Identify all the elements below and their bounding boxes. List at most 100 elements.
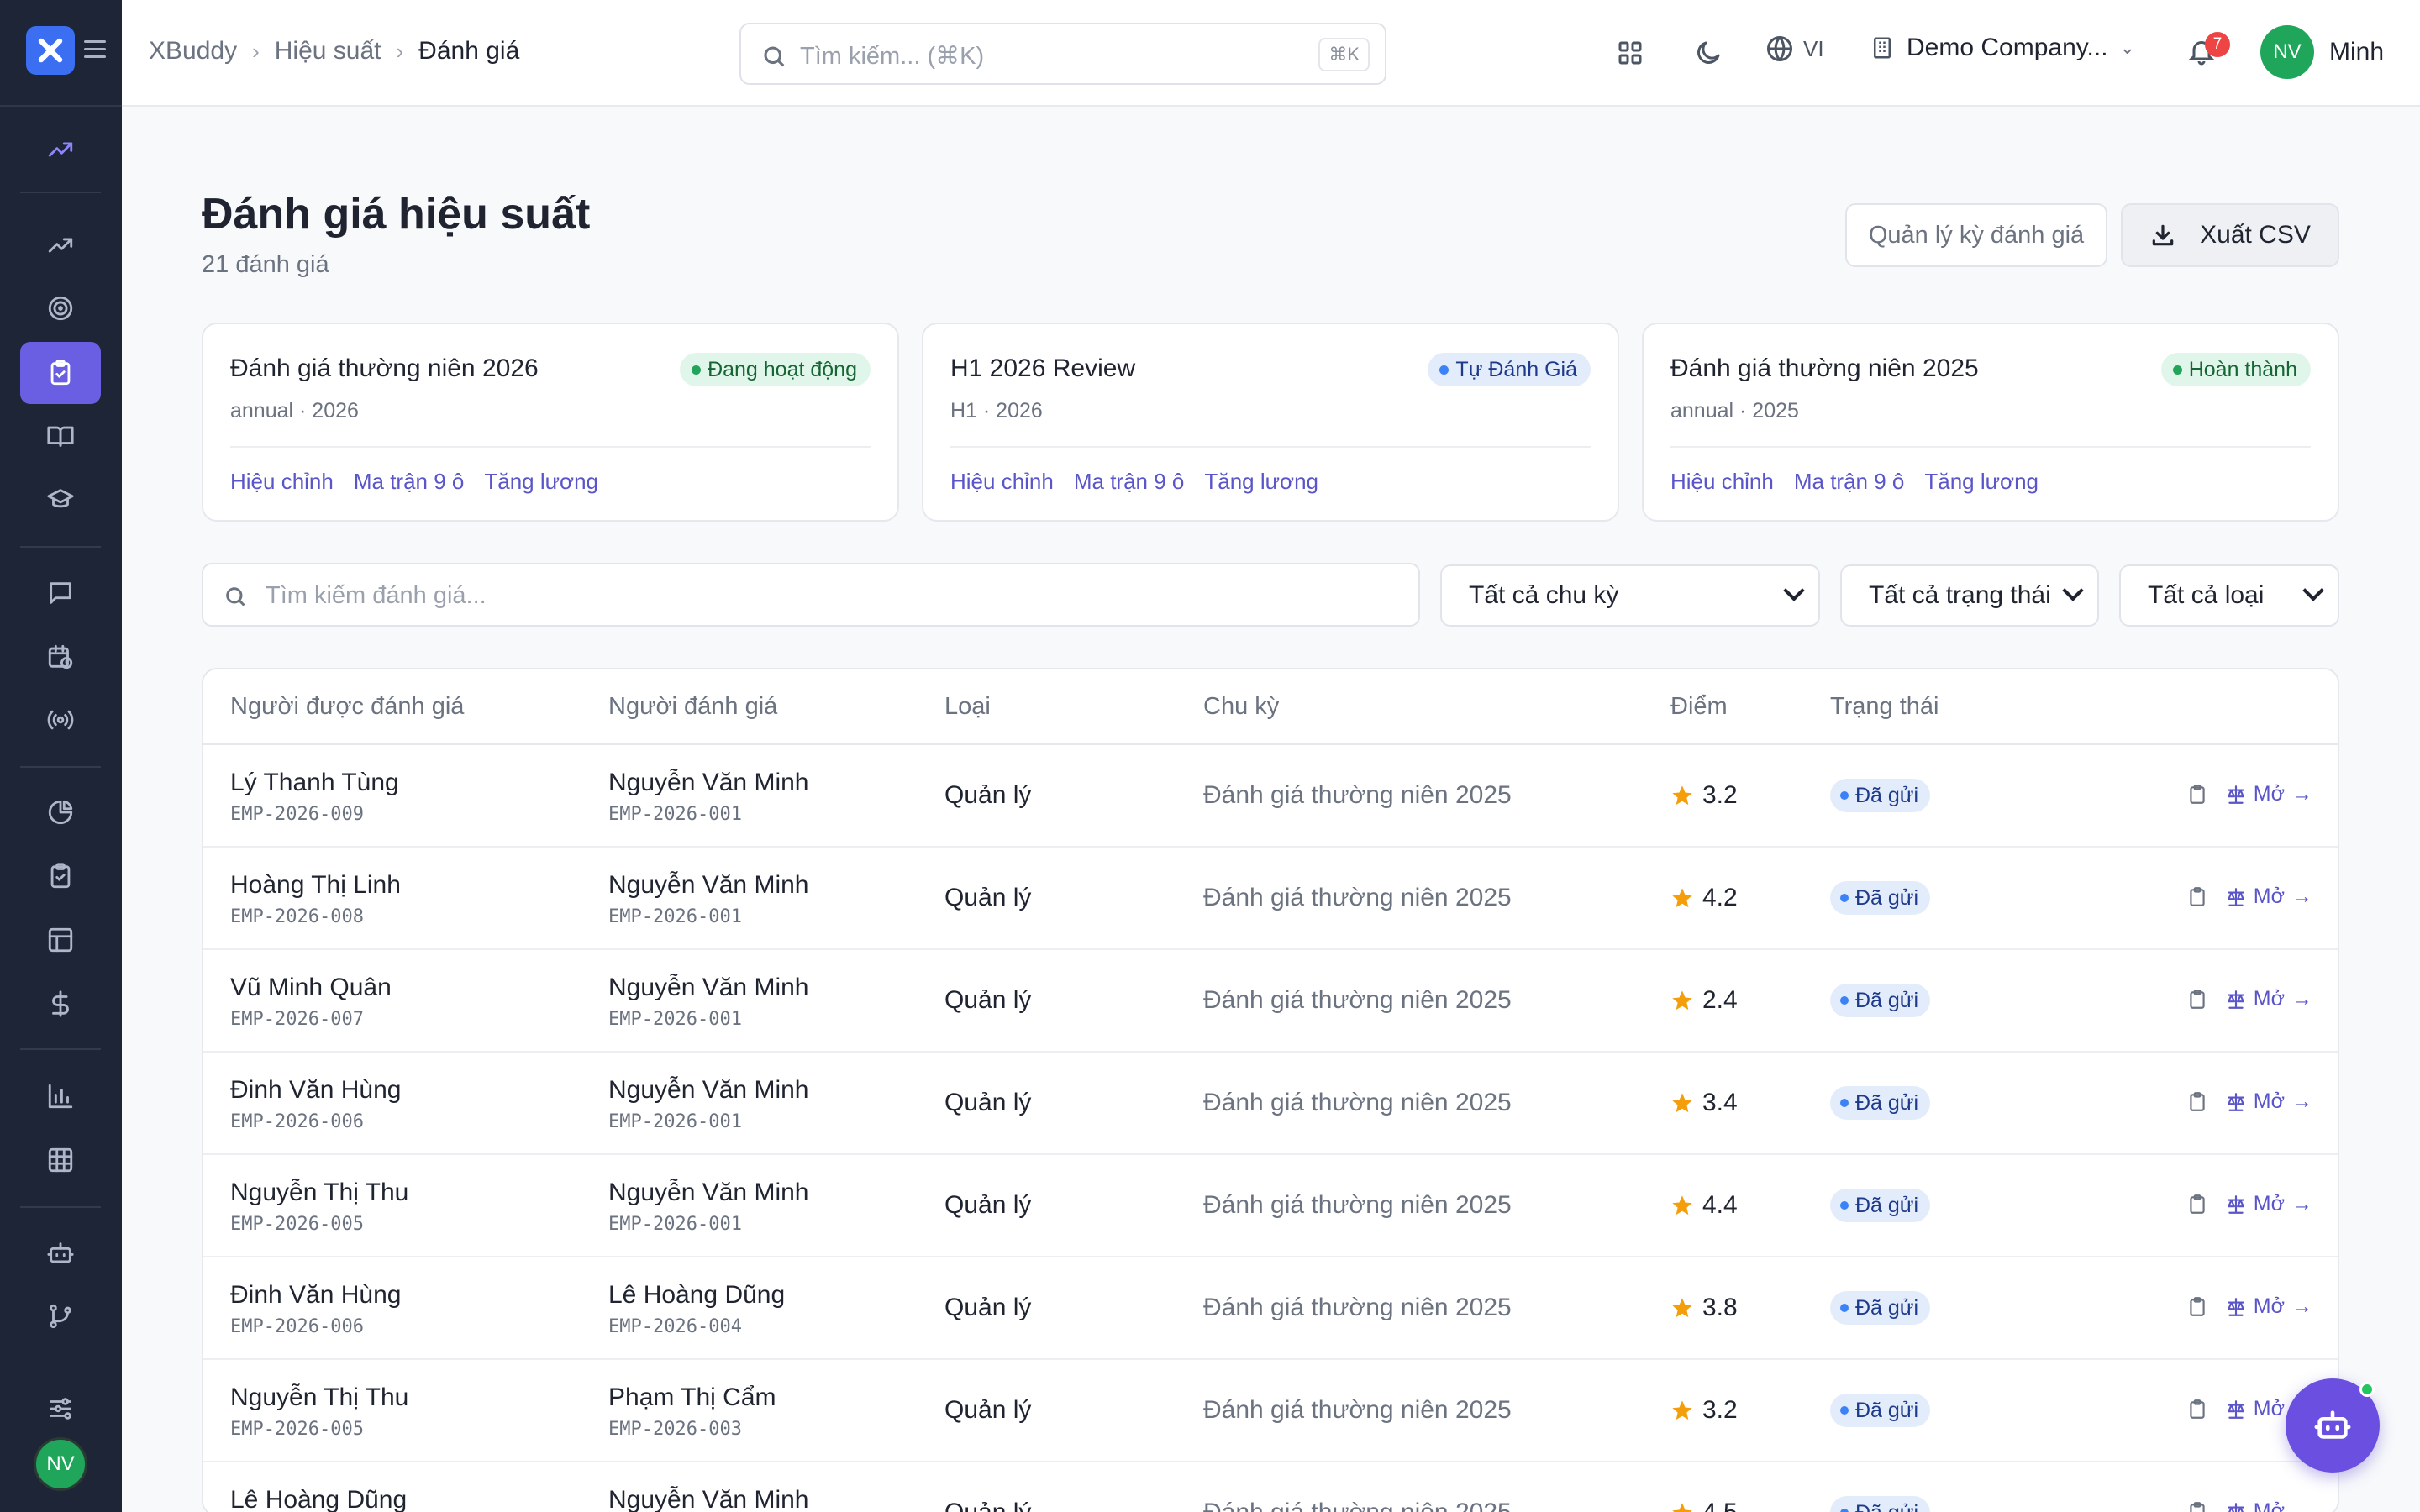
company-switcher[interactable]: Demo Company... ⌄: [1870, 34, 2135, 62]
assistant-fab[interactable]: [2286, 1378, 2380, 1473]
clipboard-icon[interactable]: [2186, 1091, 2208, 1113]
reviewee-name[interactable]: Vũ Minh Quân: [230, 974, 392, 1002]
sidebar-item-templates[interactable]: [20, 909, 101, 971]
clipboard-icon[interactable]: [2186, 989, 2208, 1011]
user-menu[interactable]: NV Minh: [2260, 25, 2384, 79]
sidebar-item-goals[interactable]: [20, 277, 101, 339]
sidebar-item-performance[interactable]: [20, 214, 101, 276]
export-csv-label: Xuất CSV: [2200, 221, 2311, 249]
clipboard-icon[interactable]: [2186, 1399, 2208, 1420]
clipboard-icon[interactable]: [2186, 1194, 2208, 1215]
salary-increase-link[interactable]: Tăng lương: [1204, 469, 1318, 495]
cycle-card[interactable]: H1 2026 Review Tự Đánh Giá H1 · 2026 Hiệ…: [922, 323, 1619, 522]
clipboard-icon[interactable]: [2186, 1501, 2208, 1512]
table-row[interactable]: Lý Thanh Tùng EMP-2026-009 Nguyễn Văn Minh…: [203, 745, 2338, 848]
cycle-card[interactable]: Đánh giá thường niên 2026 Đang hoạt động…: [202, 323, 899, 522]
reviewer-name[interactable]: Nguyễn Văn Minh: [608, 974, 808, 1002]
column-header[interactable]: Người được đánh giá: [230, 693, 464, 721]
breadcrumb-item-home[interactable]: XBuddy: [149, 37, 237, 66]
sidebar-item-bot[interactable]: [20, 1222, 101, 1284]
table-row[interactable]: Nguyễn Thị Thu EMP-2026-005 Phạm Thị Cẩm EM…: [203, 1360, 2338, 1462]
sidebar-item-compensation[interactable]: [20, 973, 101, 1035]
calibration-link[interactable]: Hiệu chỉnh: [230, 469, 334, 495]
table-row[interactable]: Lê Hoàng DũngEMP-2026-004 Nguyễn Văn Minh…: [203, 1462, 2338, 1512]
cycle-filter-select[interactable]: Tất cả chu kỳ: [1440, 564, 1820, 627]
table-row[interactable]: Nguyễn Thị Thu EMP-2026-005 Nguyễn Văn Min…: [203, 1155, 2338, 1257]
sidebar-item-reviews[interactable]: [20, 342, 101, 404]
sidebar-item-surveys[interactable]: [20, 845, 101, 907]
column-header[interactable]: Người đánh giá: [608, 693, 777, 721]
cycle-card[interactable]: Đánh giá thường niên 2025 Hoàn thành ann…: [1642, 323, 2339, 522]
status-badge: Đã gửi: [1830, 1086, 1931, 1120]
export-csv-button[interactable]: Xuất CSV: [2121, 203, 2339, 267]
sidebar-avatar[interactable]: NV: [34, 1437, 87, 1491]
reviewee-code: EMP-2026-009: [230, 804, 364, 825]
app-logo[interactable]: [26, 26, 75, 75]
sidebar-item-reports[interactable]: [20, 1065, 101, 1127]
clipboard-icon[interactable]: [2186, 784, 2208, 806]
reviewee-name[interactable]: Hoàng Thị Linh: [230, 871, 401, 900]
breadcrumb-item-performance[interactable]: Hiệu suất: [275, 37, 381, 66]
sidebar-item-dashboard[interactable]: [20, 118, 101, 181]
reviewer-name[interactable]: Nguyễn Văn Minh: [608, 1179, 808, 1207]
sidebar-item-tables[interactable]: [20, 1129, 101, 1191]
online-indicator: [2360, 1382, 2375, 1397]
sidebar-item-schedule[interactable]: [20, 626, 101, 688]
reviewer-name[interactable]: Nguyễn Văn Minh: [608, 1486, 808, 1512]
sidebar-item-broadcast[interactable]: [20, 689, 101, 751]
column-header[interactable]: Điểm: [1670, 693, 1728, 721]
reviewer-name[interactable]: Nguyễn Văn Minh: [608, 871, 808, 900]
review-search-input[interactable]: Tìm kiếm đánh giá...: [202, 563, 1420, 627]
reviewee-cell: Hoàng Thị Linh EMP-2026-008: [230, 871, 401, 927]
notifications-button[interactable]: 7: [2186, 32, 2230, 71]
calibration-link[interactable]: Hiệu chỉnh: [950, 469, 1054, 495]
reviewee-name[interactable]: Lý Thanh Tùng: [230, 769, 399, 797]
reviewee-name[interactable]: Lê Hoàng Dũng: [230, 1486, 407, 1512]
open-review-link[interactable]: Mở →: [2225, 1192, 2312, 1216]
open-review-link[interactable]: Mở →: [2225, 987, 2312, 1011]
sidebar-item-settings[interactable]: [20, 1378, 101, 1440]
language-switcher[interactable]: VI: [1765, 34, 1824, 64]
open-review-link[interactable]: Mở →: [2225, 885, 2312, 909]
salary-increase-link[interactable]: Tăng lương: [484, 469, 598, 495]
reviewee-name[interactable]: Đinh Văn Hùng: [230, 1281, 401, 1310]
manage-cycles-button[interactable]: Quản lý kỳ đánh giá: [1845, 203, 2107, 267]
open-review-link[interactable]: Mở →: [2225, 782, 2312, 806]
reviewee-name[interactable]: Nguyễn Thị Thu: [230, 1179, 408, 1207]
apps-button[interactable]: [1611, 34, 1649, 72]
clipboard-icon[interactable]: [2186, 1296, 2208, 1318]
nine-box-link[interactable]: Ma trận 9 ô: [1794, 469, 1905, 495]
reviewer-name[interactable]: Nguyễn Văn Minh: [608, 1076, 808, 1105]
table-row[interactable]: Vũ Minh Quân EMP-2026-007 Nguyễn Văn Minh E…: [203, 950, 2338, 1053]
nine-box-link[interactable]: Ma trận 9 ô: [1074, 469, 1185, 495]
reviewee-name[interactable]: Nguyễn Thị Thu: [230, 1383, 408, 1412]
sidebar-item-analytics[interactable]: [20, 781, 101, 843]
salary-increase-link[interactable]: Tăng lương: [1924, 469, 2039, 495]
global-search-input[interactable]: Tìm kiếm... (⌘K) ⌘K: [739, 23, 1386, 85]
nine-box-link[interactable]: Ma trận 9 ô: [354, 469, 465, 495]
table-row[interactable]: Đinh Văn Hùng EMP-2026-006 Lê Hoàng Dũng EM…: [203, 1257, 2338, 1360]
sidebar-item-training[interactable]: [20, 469, 101, 531]
column-header[interactable]: Trạng thái: [1830, 693, 1939, 721]
column-header[interactable]: Chu kỳ: [1203, 693, 1279, 721]
sidebar-item-messages[interactable]: [20, 562, 101, 624]
column-header[interactable]: Loại: [944, 693, 991, 721]
status-filter-select[interactable]: Tất cả trạng thái: [1840, 564, 2099, 627]
status-badge: Hoàn thành: [2160, 353, 2311, 386]
sidebar-item-workflows[interactable]: [20, 1285, 101, 1347]
reviewer-name[interactable]: Phạm Thị Cẩm: [608, 1383, 776, 1412]
table-row[interactable]: Hoàng Thị Linh EMP-2026-008 Nguyễn Văn Min…: [203, 848, 2338, 950]
reviewer-name[interactable]: Nguyễn Văn Minh: [608, 769, 808, 797]
type-filter-select[interactable]: Tất cả loại: [2119, 564, 2339, 627]
open-review-link[interactable]: Mở →: [2225, 1499, 2312, 1512]
clipboard-icon[interactable]: [2186, 886, 2208, 908]
sidebar-item-library[interactable]: [20, 405, 101, 467]
theme-toggle[interactable]: [1689, 34, 1728, 72]
reviewer-name[interactable]: Lê Hoàng Dũng: [608, 1281, 785, 1310]
calibration-link[interactable]: Hiệu chỉnh: [1670, 469, 1774, 495]
table-row[interactable]: Đinh Văn Hùng EMP-2026-006 Nguyễn Văn Minh…: [203, 1053, 2338, 1155]
menu-toggle-icon[interactable]: [84, 40, 106, 59]
open-review-link[interactable]: Mở →: [2225, 1089, 2312, 1114]
reviewee-name[interactable]: Đinh Văn Hùng: [230, 1076, 401, 1105]
open-review-link[interactable]: Mở →: [2225, 1294, 2312, 1319]
